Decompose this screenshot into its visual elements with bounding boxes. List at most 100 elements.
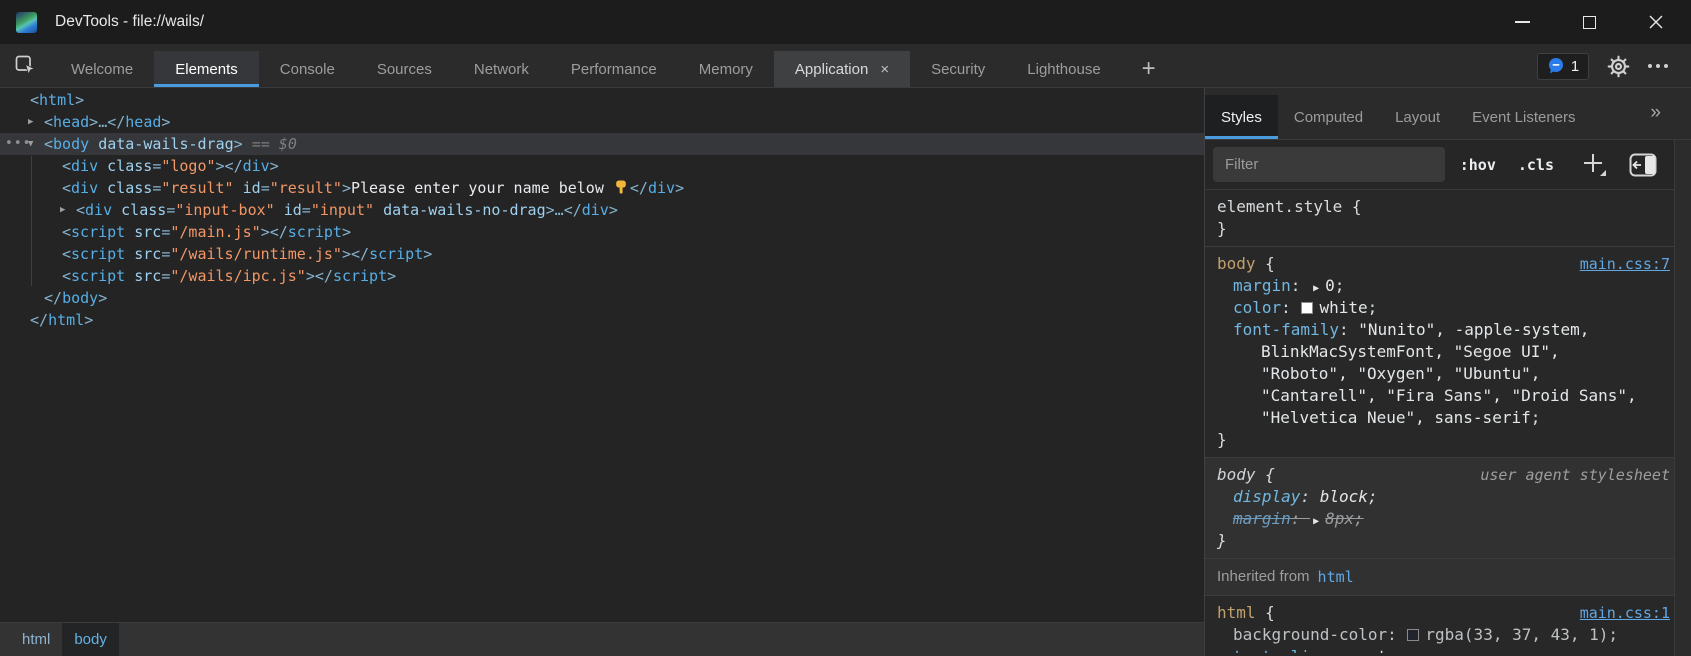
dom-tree-row[interactable]: ▶<head>…</head> bbox=[0, 111, 1204, 133]
code-token: </ bbox=[107, 113, 125, 131]
dom-tree-row[interactable]: <div class="logo"></div> bbox=[0, 155, 1204, 177]
code-token: > bbox=[675, 179, 684, 197]
css-selector-line[interactable]: html {main.css:1 bbox=[1217, 602, 1670, 624]
css-selector-line[interactable]: element.style { bbox=[1217, 196, 1670, 218]
expand-arrow-icon[interactable]: ▶ bbox=[60, 199, 65, 221]
minimize-button[interactable] bbox=[1499, 0, 1545, 44]
stylesheet-source-link[interactable]: main.css:1 bbox=[1580, 604, 1670, 622]
tab-welcome[interactable]: Welcome bbox=[50, 51, 154, 87]
code-token: > bbox=[423, 245, 432, 263]
expand-shorthand-icon[interactable]: ▶ bbox=[1313, 283, 1319, 294]
breadcrumb-item-html[interactable]: html bbox=[10, 623, 62, 656]
styles-tabs: StylesComputedLayoutEvent Listeners bbox=[1205, 87, 1592, 139]
dom-tree-row[interactable]: ▶<div class="input-box" id="input" data-… bbox=[0, 199, 1204, 221]
more-options-icon[interactable] bbox=[1648, 64, 1668, 68]
dom-tree-row[interactable]: <script src="/wails/ipc.js"></script> bbox=[0, 265, 1204, 287]
tab-elements[interactable]: Elements bbox=[154, 51, 259, 87]
css-property-name: margin bbox=[1233, 509, 1291, 528]
code-token: < bbox=[62, 245, 71, 263]
css-selector-line[interactable]: body {user agent stylesheet bbox=[1217, 464, 1670, 486]
maximize-icon bbox=[1583, 16, 1596, 29]
new-style-rule-button[interactable] bbox=[1580, 151, 1607, 178]
dom-tree-row[interactable]: <script src="/main.js"></script> bbox=[0, 221, 1204, 243]
css-declaration-font-family[interactable]: font-family: "Nunito", -apple-system, bbox=[1233, 319, 1670, 341]
styles-scrollbar[interactable] bbox=[1674, 140, 1691, 656]
code-token: ; bbox=[1335, 276, 1345, 295]
code-token: ></ bbox=[342, 245, 369, 263]
tab-sources[interactable]: Sources bbox=[356, 51, 453, 87]
tab-label: Network bbox=[474, 61, 529, 78]
css-declaration-text-align[interactable]: text-align: center; bbox=[1233, 646, 1670, 653]
tab-lighthouse[interactable]: Lighthouse bbox=[1006, 51, 1121, 87]
code-token: div bbox=[582, 201, 609, 219]
tab-label: Security bbox=[931, 61, 985, 78]
more-tabs-icon[interactable]: » bbox=[1650, 102, 1661, 124]
expand-shorthand-icon[interactable]: ▶ bbox=[1313, 516, 1319, 527]
filter-input[interactable] bbox=[1213, 147, 1445, 182]
close-icon bbox=[1648, 14, 1664, 30]
code-token: "logo" bbox=[161, 157, 215, 175]
tab-label: Lighthouse bbox=[1027, 61, 1100, 78]
code-token: "/wails/ipc.js" bbox=[170, 267, 305, 285]
css-declaration-color[interactable]: color: white; bbox=[1233, 297, 1670, 319]
code-token: body bbox=[62, 289, 98, 307]
dom-tree-row[interactable]: </body> bbox=[0, 287, 1204, 309]
add-tab-button[interactable]: + bbox=[1122, 51, 1176, 87]
css-selector-line[interactable]: body {main.css:7 bbox=[1217, 253, 1670, 275]
tab-computed[interactable]: Computed bbox=[1278, 95, 1379, 139]
code-token: > bbox=[546, 201, 555, 219]
close-button[interactable] bbox=[1633, 0, 1679, 44]
code-token: > bbox=[161, 113, 170, 131]
stylesheet-source[interactable]: main.css:1 bbox=[1580, 602, 1670, 624]
css-property-value: white bbox=[1319, 298, 1367, 317]
css-declaration-display[interactable]: display: block; bbox=[1233, 486, 1670, 508]
tab-layout[interactable]: Layout bbox=[1379, 95, 1456, 139]
tab-close-icon[interactable]: × bbox=[880, 61, 889, 78]
title-bar: DevTools - file://wails/ bbox=[0, 0, 1691, 44]
dom-tree-row[interactable]: </html> bbox=[0, 309, 1204, 331]
css-rule-element-style: element.style {} bbox=[1205, 190, 1691, 247]
code-token: html bbox=[48, 311, 84, 329]
tab-network[interactable]: Network bbox=[453, 51, 550, 87]
dom-tree-row[interactable]: <div class="result" id="result">Please e… bbox=[0, 177, 1204, 199]
tab-event-listeners[interactable]: Event Listeners bbox=[1456, 95, 1591, 139]
tab-styles[interactable]: Styles bbox=[1205, 95, 1278, 139]
code-token: data-wails-drag bbox=[98, 135, 233, 153]
css-declaration-margin[interactable]: margin: ▶0; bbox=[1233, 275, 1670, 297]
dom-tree: <html>▶<head>…</head>•••▼<body data-wail… bbox=[0, 88, 1204, 622]
maximize-button[interactable] bbox=[1566, 0, 1612, 44]
dom-tree-row[interactable]: <html> bbox=[0, 89, 1204, 111]
expand-arrow-icon[interactable]: ▶ bbox=[28, 111, 33, 133]
settings-gear-icon[interactable] bbox=[1606, 54, 1631, 79]
tab-console[interactable]: Console bbox=[259, 51, 356, 87]
inspect-element-button[interactable] bbox=[6, 47, 44, 83]
toggle-pseudo-state-button[interactable]: :hov bbox=[1460, 156, 1496, 174]
css-property-value: "Nunito", -apple-system, bbox=[1358, 320, 1589, 339]
tab-performance[interactable]: Performance bbox=[550, 51, 678, 87]
styles-sidebar: StylesComputedLayoutEvent Listeners » :h… bbox=[1205, 88, 1691, 656]
collapse-arrow-icon[interactable]: ▼ bbox=[28, 133, 33, 155]
stylesheet-source-link[interactable]: main.css:7 bbox=[1580, 255, 1670, 273]
code-token: < bbox=[62, 179, 71, 197]
code-token: id bbox=[284, 201, 302, 219]
css-property-value: "Helvetica Neue", sans-serif bbox=[1261, 408, 1531, 427]
toggle-sidebar-icon[interactable] bbox=[1629, 153, 1657, 177]
tab-application[interactable]: Application× bbox=[774, 51, 910, 87]
tab-security[interactable]: Security bbox=[910, 51, 1006, 87]
color-swatch[interactable] bbox=[1407, 629, 1419, 641]
color-swatch[interactable] bbox=[1301, 302, 1313, 314]
inherited-node-link[interactable]: html bbox=[1318, 566, 1354, 588]
issues-counter-button[interactable]: 1 bbox=[1537, 53, 1589, 80]
code-token: : bbox=[1281, 298, 1300, 317]
code-token: div bbox=[648, 179, 675, 197]
stylesheet-source[interactable]: main.css:7 bbox=[1580, 253, 1670, 275]
tab-memory[interactable]: Memory bbox=[678, 51, 774, 87]
dom-tree-row[interactable]: <script src="/wails/runtime.js"></script… bbox=[0, 243, 1204, 265]
code-token: class bbox=[107, 157, 152, 175]
css-declaration-margin[interactable]: margin: ▶8px; bbox=[1233, 508, 1670, 530]
code-token: > bbox=[75, 91, 84, 109]
dom-tree-row-selected[interactable]: •••▼<body data-wails-drag> == $0 bbox=[0, 133, 1204, 155]
toggle-element-classes-button[interactable]: .cls bbox=[1518, 156, 1554, 174]
css-declaration-background-color[interactable]: background-color: rgba(33, 37, 43, 1); bbox=[1233, 624, 1670, 646]
breadcrumb-item-body[interactable]: body bbox=[62, 623, 119, 656]
